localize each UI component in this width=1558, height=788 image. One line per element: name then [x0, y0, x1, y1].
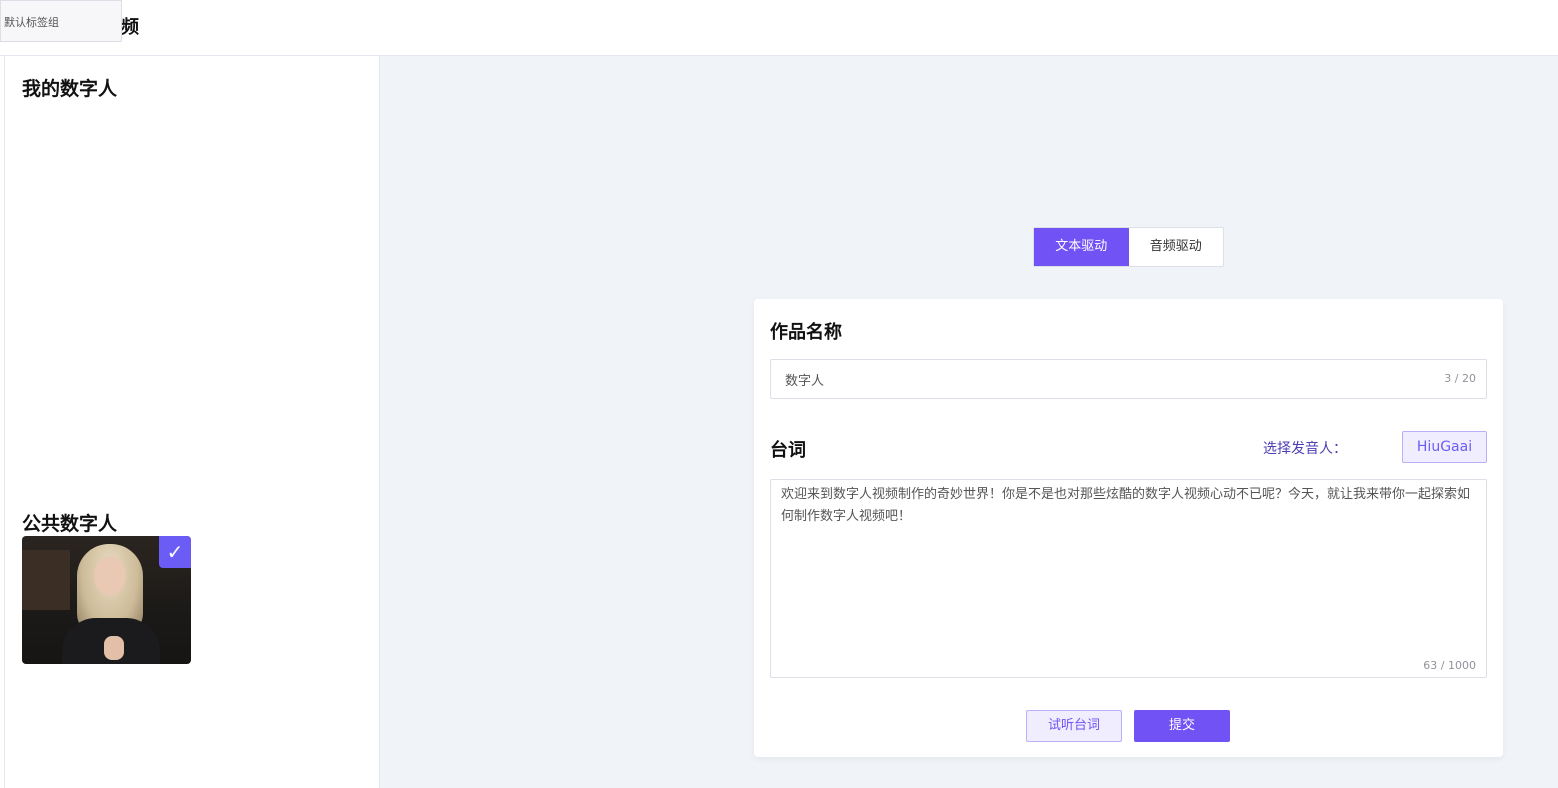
listen-button[interactable]: 试听台词 — [1026, 710, 1122, 742]
main-panel: 文本驱动 音频驱动 作品名称 3 / 20 台词 选择发音人： HiuGaai … — [380, 56, 1558, 788]
text-mode-tab[interactable]: 文本驱动 — [1034, 228, 1129, 266]
script-textarea[interactable]: 欢迎来到数字人视频制作的奇妙世界！你是不是也对那些炫酷的数字人视频心动不已呢？今… — [770, 479, 1487, 678]
name-field: 3 / 20 — [770, 359, 1487, 399]
speaker-select-button[interactable]: HiuGaai — [1402, 431, 1487, 463]
my-avatars-title: 我的数字人 — [22, 78, 118, 100]
audio-mode-tab[interactable]: 音频驱动 — [1129, 228, 1224, 266]
avatar-face — [94, 556, 126, 596]
page-title: 频 — [121, 17, 139, 38]
top-bar: 默认标签组 频 — [0, 0, 1558, 56]
submit-button[interactable]: 提交 — [1134, 710, 1230, 742]
name-label: 作品名称 — [770, 322, 842, 343]
form-card: 作品名称 3 / 20 台词 选择发音人： HiuGaai 欢迎来到数字人视频制… — [754, 299, 1503, 757]
check-icon: ✓ — [159, 536, 191, 568]
mode-switch: 文本驱动 音频驱动 — [1033, 227, 1224, 267]
speaker-label: 选择发音人： — [1263, 441, 1347, 457]
sidebar: 我的数字人 公共数字人 ✓ — [4, 56, 380, 788]
avatar-hands — [104, 636, 124, 660]
public-avatar-card[interactable]: ✓ — [22, 536, 191, 664]
name-input[interactable] — [771, 360, 1411, 398]
avatar-background — [22, 550, 70, 610]
script-label: 台词 — [770, 440, 806, 461]
name-counter: 3 / 20 — [1444, 372, 1476, 385]
script-counter: 63 / 1000 — [1423, 659, 1476, 672]
tab-group-label[interactable]: 默认标签组 — [0, 0, 122, 42]
script-text: 欢迎来到数字人视频制作的奇妙世界！你是不是也对那些炫酷的数字人视频心动不已呢？今… — [781, 487, 1471, 524]
public-avatars-title: 公共数字人 — [22, 513, 118, 535]
